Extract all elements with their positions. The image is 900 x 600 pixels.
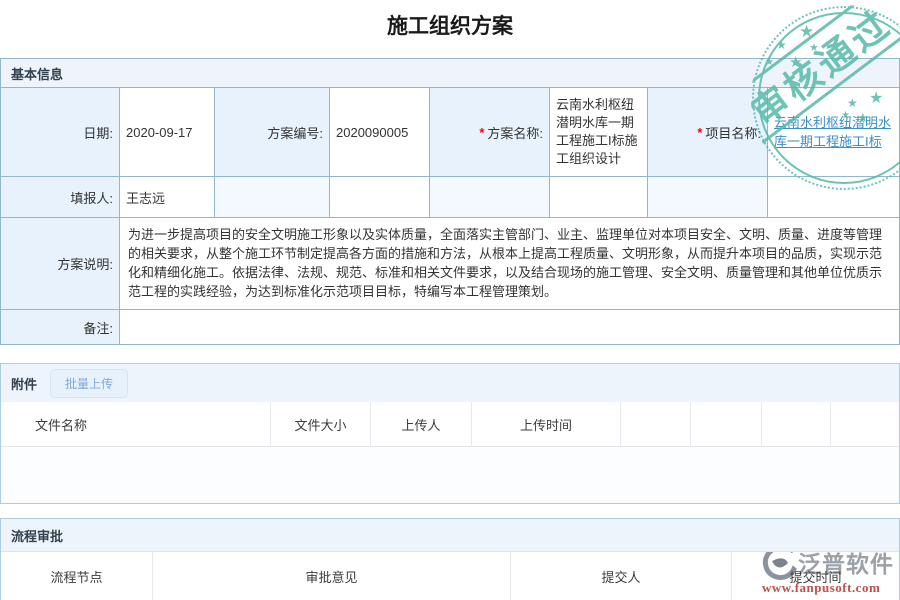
batch-upload-button[interactable]: 批量上传: [50, 369, 128, 398]
empty-cell: [330, 177, 430, 218]
col-upload-time: 上传时间: [472, 402, 621, 446]
date-value: 2020-09-17: [120, 88, 215, 177]
empty-cell: [550, 177, 648, 218]
required-asterisk: *: [479, 125, 484, 140]
approval-header: 流程审批: [1, 519, 899, 552]
star-icon: ★: [776, 39, 787, 51]
basic-info-header: 基本信息: [1, 59, 899, 88]
col-uploader: 上传人: [371, 402, 472, 446]
col-flow-node: 流程节点: [1, 552, 153, 600]
reporter-label: 填报人:: [1, 177, 120, 218]
attachments-empty-body: [1, 447, 899, 503]
star-icon: ★: [809, 43, 819, 54]
project-name-cell: 云南水利枢纽潜明水库一期工程施工I标: [768, 88, 899, 177]
remark-value: [120, 310, 899, 344]
required-asterisk: *: [697, 125, 702, 140]
description-value: 为进一步提高项目的安全文明施工形象以及实体质量，全面落实主管部门、业主、监理单位…: [120, 218, 899, 310]
col-empty: [831, 402, 899, 446]
attachments-table-header: 文件名称 文件大小 上传人 上传时间: [1, 402, 899, 447]
date-label: 日期:: [1, 88, 120, 177]
attachments-header: 附件 批量上传: [1, 364, 899, 402]
col-approval-opinion: 审批意见: [153, 552, 511, 600]
col-submitter: 提交人: [511, 552, 732, 600]
plan-no-value: 2020090005: [330, 88, 430, 177]
basic-info-form: 日期: 2020-09-17 方案编号: 2020090005 *方案名称: 云…: [1, 88, 899, 344]
basic-info-section: 基本信息 日期: 2020-09-17 方案编号: 2020090005 *方案…: [0, 58, 900, 345]
col-file-name: 文件名称: [1, 402, 271, 446]
attachments-title: 附件: [11, 374, 37, 393]
page-title: 施工组织方案: [0, 10, 900, 40]
plan-name-label: *方案名称:: [430, 88, 550, 177]
attachments-section: 附件 批量上传 文件名称 文件大小 上传人 上传时间: [0, 363, 900, 504]
col-empty: [621, 402, 691, 446]
empty-cell: [430, 177, 550, 218]
approval-section: 流程审批 流程节点 审批意见 提交人 提交时间: [0, 518, 900, 600]
col-empty: [762, 402, 831, 446]
description-label: 方案说明:: [1, 218, 120, 310]
empty-cell: [648, 177, 768, 218]
project-name-label: *项目名称:: [648, 88, 768, 177]
empty-cell: [768, 177, 899, 218]
approval-table-header: 流程节点 审批意见 提交人 提交时间: [1, 552, 899, 600]
remark-label: 备注:: [1, 310, 120, 344]
project-name-link[interactable]: 云南水利枢纽潜明水库一期工程施工I标: [774, 113, 893, 151]
reporter-value: 王志远: [120, 177, 215, 218]
plan-no-label: 方案编号:: [215, 88, 330, 177]
col-submit-time: 提交时间: [732, 552, 899, 600]
col-file-size: 文件大小: [271, 402, 371, 446]
col-empty: [691, 402, 762, 446]
plan-name-value: 云南水利枢纽潜明水库一期工程施工I标施工组织设计: [550, 88, 648, 177]
empty-cell: [215, 177, 330, 218]
